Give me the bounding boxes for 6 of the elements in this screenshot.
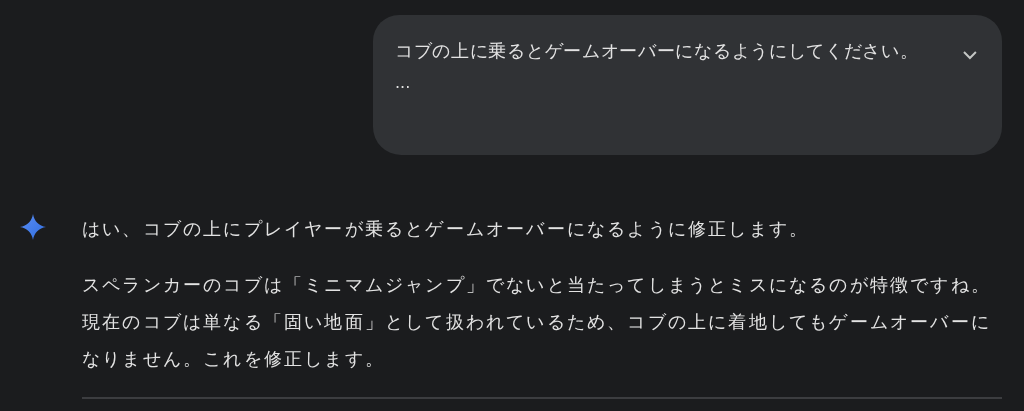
chevron-icon[interactable] — [962, 50, 978, 60]
response-paragraph: スペランカーのコブは「ミニマムジャンプ」でないと当たってしまうとミスになるのが特徴ですね。現在のコブは単なる「固い地面」として扱われているため、コブの上に着地してもゲームオーバーになりません。これを修正します。 — [82, 273, 992, 371]
user-message: コブの上に乗るとゲームオーバーになるようにしてください。 — [395, 39, 920, 63]
ellipsis: ... — [395, 72, 412, 94]
sparkle-icon — [20, 214, 46, 240]
response-paragraph: はい、コブの上にプレイヤーが乗るとゲームオーバーになるように修正します。 — [82, 217, 811, 241]
